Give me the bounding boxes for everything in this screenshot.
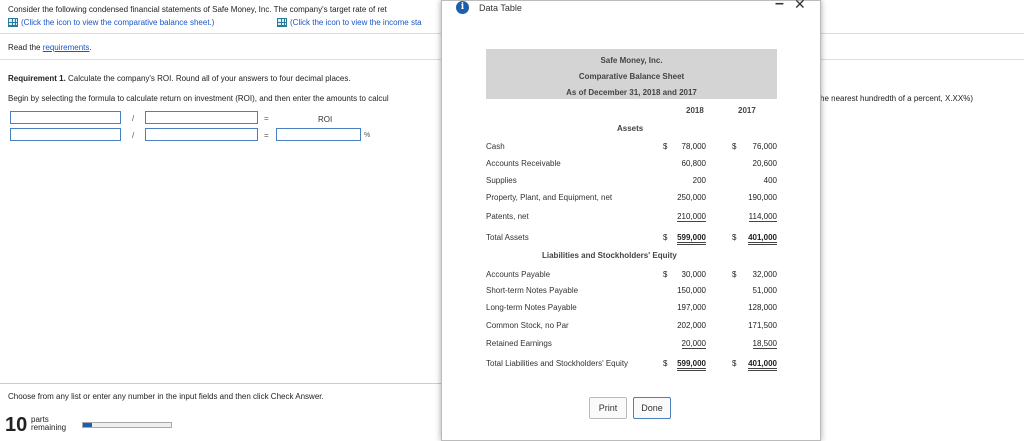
statement-title: Comparative Balance Sheet (578, 72, 685, 81)
value-2018: 20,000 (681, 339, 706, 349)
value-2017: 190,000 (748, 193, 777, 202)
row-label: Accounts Payable (486, 270, 551, 279)
value-2017: 51,000 (752, 286, 777, 295)
print-button[interactable]: Print (589, 397, 627, 419)
table-row: Cash $78,000 $76,000 (486, 142, 777, 158)
value-2018: 202,000 (677, 321, 706, 330)
table-row: Long-term Notes Payable 197,000 128,000 (486, 303, 777, 319)
table-row: Total Liabilities and Stockholders' Equi… (486, 359, 777, 375)
assets-header: Assets (617, 124, 644, 133)
row-label: Retained Earnings (486, 339, 552, 348)
equals-sign: = (264, 114, 269, 123)
value-2017: 401,000 (748, 359, 777, 371)
value-2018: 150,000 (677, 286, 706, 295)
roi-label: ROI (318, 115, 333, 124)
numerator-amount-input[interactable] (10, 128, 121, 141)
dollar-sign: $ (663, 233, 668, 242)
table-row: Short-term Notes Payable 150,000 51,000 (486, 286, 777, 302)
requirements-link[interactable]: requirements (43, 43, 90, 52)
value-2017: 401,000 (748, 233, 777, 245)
value-2018: 210,000 (677, 212, 706, 222)
value-2018: 30,000 (681, 270, 706, 279)
dollar-sign: $ (732, 359, 737, 368)
denominator-amount-input[interactable] (145, 128, 258, 141)
table-row: Retained Earnings 20,000 18,500 (486, 339, 777, 355)
parts-remaining: 10 (5, 414, 27, 437)
value-2018: 197,000 (677, 303, 706, 312)
value-2018: 78,000 (681, 142, 706, 151)
footer-instruction: Choose from any list or enter any number… (8, 392, 324, 401)
value-2017: 20,600 (752, 159, 777, 168)
progress-fill (83, 423, 92, 427)
begin-instruction: Begin by selecting the formula to calcul… (8, 94, 389, 103)
divide-sign: / (132, 114, 135, 123)
formula-denominator-select[interactable] (145, 111, 258, 124)
parts-count: 10 (5, 414, 28, 436)
table-row: Patents, net 210,000 114,000 (486, 212, 777, 228)
table-icon[interactable] (8, 18, 18, 27)
table-row: Supplies 200 400 (486, 176, 777, 192)
progress-bar (82, 422, 172, 428)
close-button[interactable]: ✕ (794, 0, 806, 13)
row-label: Patents, net (486, 212, 529, 221)
value-2017: 114,000 (748, 212, 777, 222)
value-2017: 32,000 (752, 270, 777, 279)
parts-label: parts remaining (31, 415, 67, 432)
dollar-sign: $ (663, 359, 668, 368)
info-icon: i (456, 1, 469, 14)
table-row: Common Stock, no Par 202,000 171,500 (486, 321, 777, 337)
value-2017: 128,000 (748, 303, 777, 312)
statement-header: Safe Money, Inc. Comparative Balance She… (486, 49, 777, 99)
table-row: Accounts Receivable 60,800 20,600 (486, 159, 777, 175)
question-intro: Consider the following condensed financi… (8, 5, 387, 14)
dollar-sign: $ (663, 142, 668, 151)
roi-result-input[interactable] (276, 128, 361, 141)
table-row: Accounts Payable $30,000 $32,000 (486, 270, 777, 286)
dollar-sign: $ (663, 270, 668, 279)
equals-sign: = (264, 131, 269, 140)
modal-title: Data Table (479, 3, 522, 13)
table-row: Property, Plant, and Equipment, net 250,0… (486, 193, 777, 209)
value-2018: 250,000 (677, 193, 706, 202)
value-2017: 171,500 (748, 321, 777, 330)
statement-date: As of December 31, 2018 and 2017 (566, 88, 697, 97)
value-2017: 400 (763, 176, 777, 185)
balance-sheet-link[interactable]: (Click the icon to view the comparative … (8, 18, 214, 27)
value-2018: 599,000 (677, 359, 706, 371)
data-table-modal: i Data Table – ✕ Safe Money, Inc. Compar… (441, 0, 821, 441)
year-2017: 2017 (738, 106, 756, 115)
formula-numerator-select[interactable] (10, 111, 121, 124)
divide-sign: / (132, 131, 135, 140)
value-2018: 60,800 (681, 159, 706, 168)
read-requirements: Read the requirements. (8, 43, 92, 52)
year-2018: 2018 (686, 106, 704, 115)
minimize-button[interactable]: – (775, 0, 784, 13)
requirement-1: Requirement 1. Calculate the company's R… (8, 74, 351, 83)
row-label: Cash (486, 142, 505, 151)
income-statement-link[interactable]: (Click the icon to view the income sta (277, 18, 422, 27)
dollar-sign: $ (732, 142, 737, 151)
table-icon[interactable] (277, 18, 287, 27)
value-2018: 200 (692, 176, 706, 185)
value-2018: 599,000 (677, 233, 706, 245)
company-name: Safe Money, Inc. (600, 56, 663, 65)
dollar-sign: $ (732, 270, 737, 279)
value-2017: 18,500 (752, 339, 777, 349)
row-label: Total Assets (486, 233, 529, 242)
row-label: Supplies (486, 176, 517, 185)
row-label: Short-term Notes Payable (486, 286, 579, 295)
row-label: Property, Plant, and Equipment, net (486, 193, 613, 202)
row-label: Total Liabilities and Stockholders' Equi… (486, 359, 629, 368)
table-row: Total Assets $599,000 $401,000 (486, 233, 777, 249)
value-2017: 76,000 (752, 142, 777, 151)
rounding-instruction: he nearest hundredth of a percent, X.XX%… (820, 94, 973, 103)
dollar-sign: $ (732, 233, 737, 242)
row-label: Common Stock, no Par (486, 321, 569, 330)
done-button[interactable]: Done (633, 397, 671, 419)
row-label: Long-term Notes Payable (486, 303, 577, 312)
row-label: Accounts Receivable (486, 159, 561, 168)
liabilities-header: Liabilities and Stockholders' Equity (542, 251, 677, 260)
percent-sign: % (364, 132, 371, 139)
